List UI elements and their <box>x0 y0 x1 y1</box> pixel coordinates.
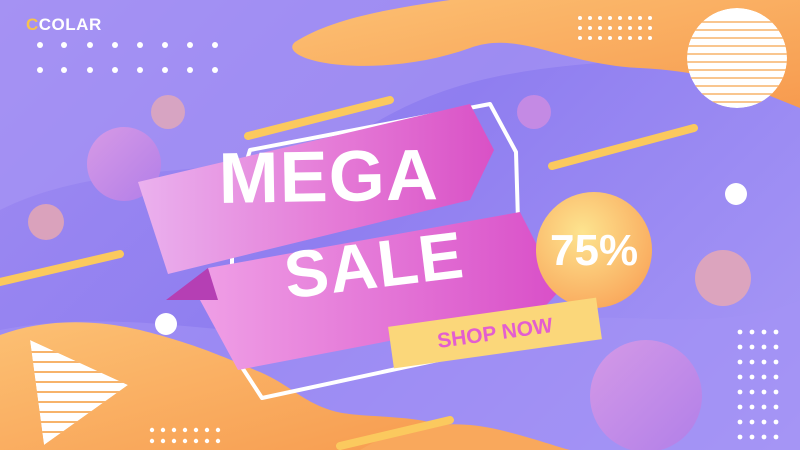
headline-mega: MEGA <box>218 135 440 219</box>
logo-accent-letter: C <box>26 15 39 34</box>
sale-banner: CCOLAR MEGA SALE 75% SHOP NOW <box>0 0 800 450</box>
brand-logo: CCOLAR <box>26 15 102 35</box>
discount-value: 75% <box>550 226 639 275</box>
logo-text: COLAR <box>38 15 102 34</box>
